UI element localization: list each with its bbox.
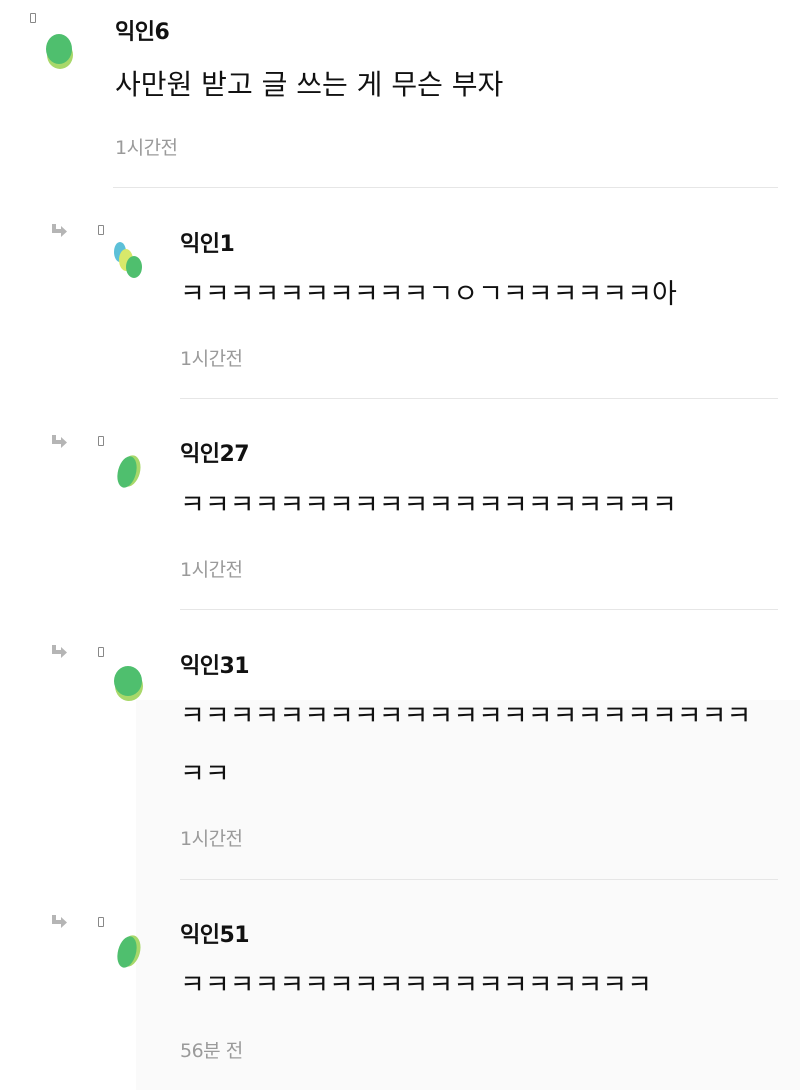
member-badge-icon xyxy=(98,225,104,235)
comment-time: 1시간전 xyxy=(180,828,243,850)
comment-author[interactable]: 익인31 xyxy=(180,648,250,680)
green-leaf-avatar-icon xyxy=(114,666,143,701)
comment-author[interactable]: 익인6 xyxy=(115,14,170,46)
divider xyxy=(180,398,778,399)
comment-author[interactable]: 익인51 xyxy=(180,917,250,949)
green-leaf-avatar-icon xyxy=(117,455,141,488)
reply-arrow-icon xyxy=(52,645,67,658)
comment-author[interactable]: 익인27 xyxy=(180,436,250,468)
reply-arrow-icon xyxy=(52,435,67,448)
comment-text-line-1: ㅋㅋㅋㅋㅋㅋㅋㅋㅋㅋㅋㅋㅋㅋㅋㅋㅋㅋㅋㅋㅋㅋㅋ xyxy=(180,701,752,732)
member-badge-icon xyxy=(98,647,104,657)
comment-time: 1시간전 xyxy=(115,137,178,159)
reply-arrow-icon xyxy=(52,224,67,237)
comment-text: 사만원 받고 글 쓰는 게 무슨 부자 xyxy=(115,68,504,101)
comment-text-line-2: ㅋㅋ xyxy=(180,759,230,790)
comment-time: 56분 전 xyxy=(180,1040,243,1062)
comment-text: ㅋㅋㅋㅋㅋㅋㅋㅋㅋㅋㅋㅋㅋㅋㅋㅋㅋㅋㅋ xyxy=(180,970,652,1001)
comment-author[interactable]: 익인1 xyxy=(180,226,235,258)
comment-text: ㅋㅋㅋㅋㅋㅋㅋㅋㅋㅋㄱㅇㄱㅋㅋㅋㅋㅋㅋ아 xyxy=(180,279,677,310)
reply-arrow-icon xyxy=(52,915,67,928)
member-badge-icon xyxy=(30,13,36,23)
member-badge-icon xyxy=(98,917,104,927)
green-leaf-avatar-icon xyxy=(117,935,141,968)
comment-time: 1시간전 xyxy=(180,559,243,581)
comment-time: 1시간전 xyxy=(180,348,243,370)
reply-background-shade xyxy=(136,700,800,1090)
divider xyxy=(113,187,778,188)
green-leaf-avatar-icon xyxy=(46,34,73,69)
member-badge-icon xyxy=(98,436,104,446)
divider xyxy=(180,609,778,610)
divider xyxy=(180,879,778,880)
comment-text: ㅋㅋㅋㅋㅋㅋㅋㅋㅋㅋㅋㅋㅋㅋㅋㅋㅋㅋㅋㅋ xyxy=(180,490,677,521)
multicolor-leaf-avatar-icon xyxy=(114,242,142,278)
